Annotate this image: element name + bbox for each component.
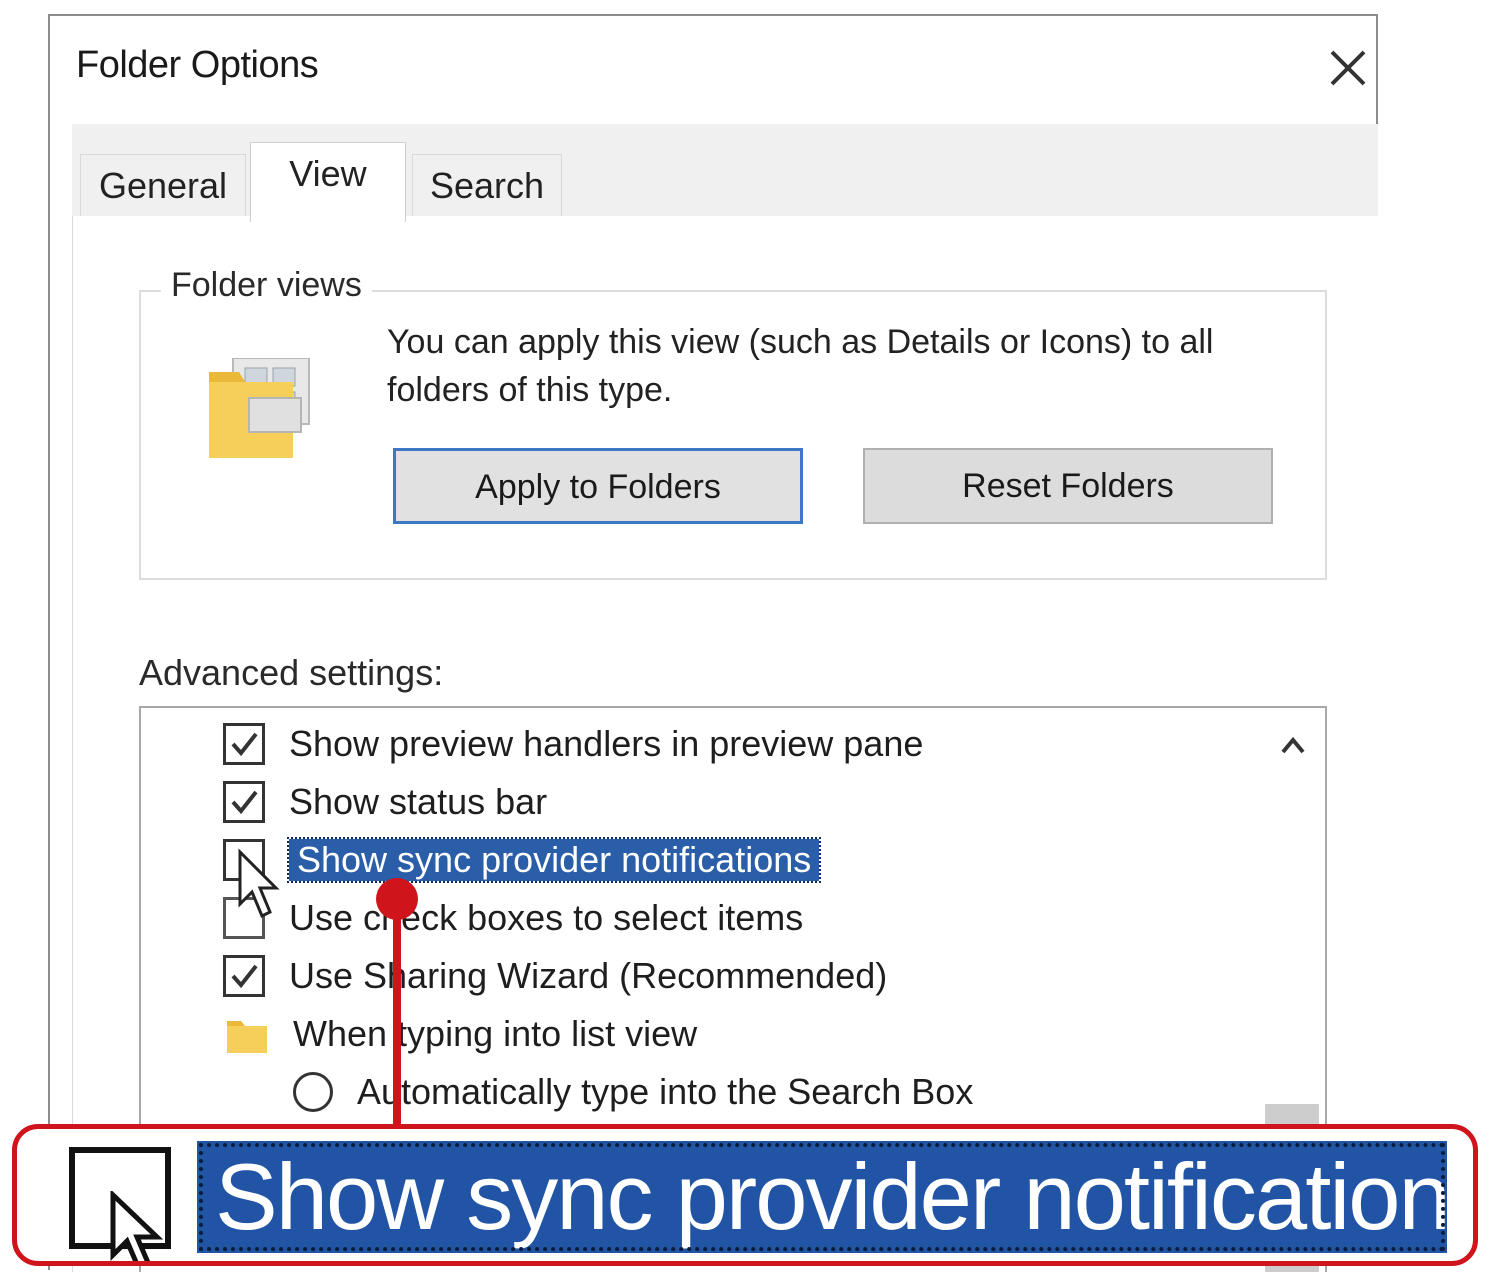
setting-label: When typing into list view — [293, 1013, 698, 1054]
zoom-cursor-icon — [107, 1191, 171, 1261]
tab-view[interactable]: View — [250, 142, 406, 222]
setting-sharing-wizard[interactable]: Use Sharing Wizard (Recommended) — [223, 948, 887, 1004]
folder-views-group: Folder views You can apply this view (su… — [139, 266, 1327, 580]
setting-group-typing: When typing into list view — [227, 1006, 697, 1062]
checkmark-icon — [231, 732, 258, 757]
advanced-settings-label: Advanced settings: — [139, 652, 444, 693]
folder-icon — [227, 1015, 267, 1053]
folder-views-legend: Folder views — [161, 266, 372, 305]
close-button[interactable] — [1320, 38, 1376, 94]
setting-label: Show status bar — [289, 781, 548, 822]
zoom-callout: Show sync provider notifications — [12, 1124, 1478, 1266]
reset-folders-button[interactable]: Reset Folders — [863, 448, 1273, 524]
tab-general[interactable]: General — [80, 154, 246, 216]
apply-to-folders-button[interactable]: Apply to Folders — [393, 448, 803, 524]
tab-search[interactable]: Search — [412, 154, 562, 216]
callout-pointer-line — [393, 898, 401, 1134]
setting-sync-provider[interactable]: Show sync provider notifications — [223, 832, 822, 888]
setting-preview-handlers[interactable]: Show preview handlers in preview pane — [223, 716, 923, 772]
view-tab-page: Folder views You can apply this view (su… — [72, 216, 1378, 1272]
checkbox-status-bar[interactable] — [223, 781, 265, 823]
setting-label: Use Sharing Wizard (Recommended) — [289, 955, 888, 996]
setting-label: Show preview handlers in preview pane — [289, 723, 924, 764]
checkmark-icon — [231, 964, 258, 989]
scroll-up-button[interactable] — [1273, 726, 1313, 766]
setting-label: Use check boxes to select items — [289, 897, 804, 938]
tab-strip: General View Search — [72, 124, 1378, 222]
radio-auto-search[interactable] — [293, 1072, 333, 1112]
dialog-title: Folder Options — [76, 44, 319, 86]
close-icon — [1330, 50, 1366, 86]
setting-status-bar[interactable]: Show status bar — [223, 774, 547, 830]
mouse-cursor-icon — [236, 848, 282, 922]
folder-options-dialog: Folder Options General View Search Folde… — [48, 14, 1378, 1272]
title-bar: Folder Options — [50, 16, 1376, 124]
setting-label-selected: Show sync provider notifications — [286, 837, 822, 883]
chevron-up-icon — [1281, 736, 1305, 754]
checkmark-icon — [231, 790, 258, 815]
checkbox-sharing-wizard[interactable] — [223, 955, 265, 997]
zoom-callout-label: Show sync provider notifications — [197, 1141, 1473, 1253]
folder-views-icon — [209, 358, 313, 468]
folder-views-description: You can apply this view (such as Details… — [387, 323, 1214, 409]
setting-check-boxes[interactable]: Use check boxes to select items — [223, 890, 803, 946]
callout-pointer-dot — [376, 878, 418, 920]
checkbox-preview-handlers[interactable] — [223, 723, 265, 765]
setting-label: Automatically type into the Search Box — [357, 1071, 974, 1112]
